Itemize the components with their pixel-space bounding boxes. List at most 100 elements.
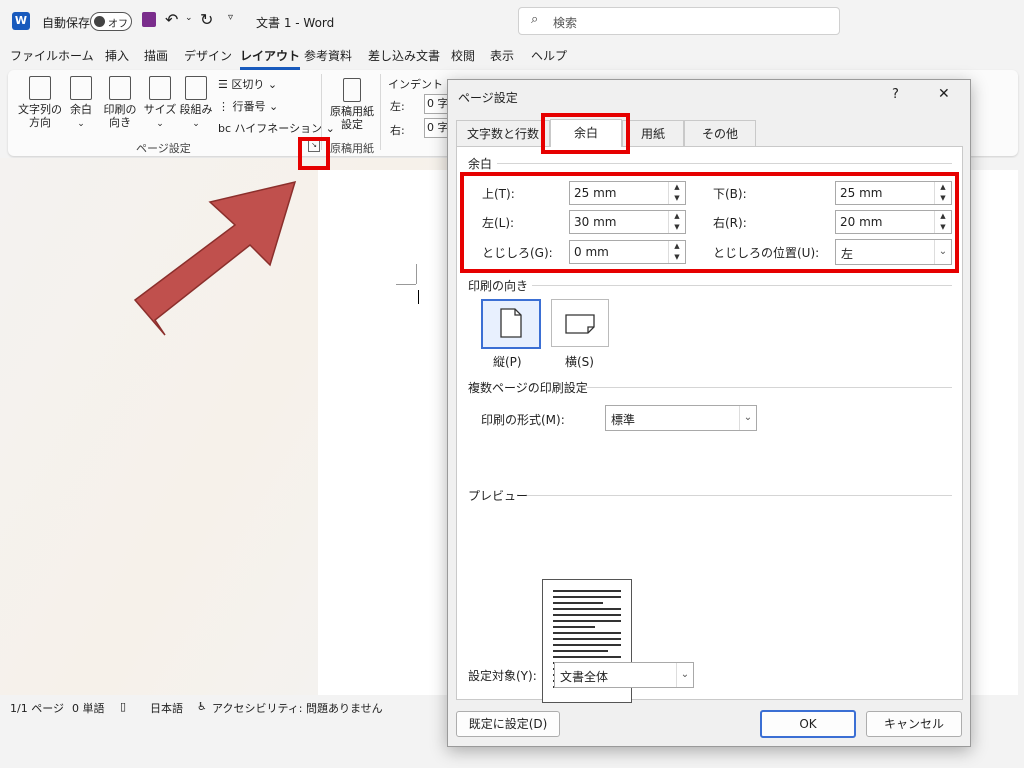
cancel-button[interactable]: キャンセル <box>866 711 962 737</box>
indent-right-value: 0 字 <box>427 121 449 134</box>
columns-button[interactable]: 段組み ⌄ <box>178 76 214 131</box>
print-format-select[interactable]: 標準 ⌄ <box>605 405 757 431</box>
top-margin-input[interactable]: 25 mm ▲ ▼ <box>569 181 686 205</box>
help-button[interactable]: ? <box>892 87 899 102</box>
tab-mailings[interactable]: 差し込み文書 <box>368 47 440 64</box>
tab-other[interactable]: その他 <box>684 120 756 147</box>
section-divider <box>587 387 952 388</box>
apply-to-select[interactable]: 文書全体 ⌄ <box>554 662 694 688</box>
preview-line <box>553 602 603 604</box>
set-default-button[interactable]: 既定に設定(D) <box>456 711 560 737</box>
page-count[interactable]: 1/1 ページ <box>10 700 64 716</box>
title-bar: W 自動保存 オフ ↶ ⌄ ↻ ▿ 文書 1 - Word ⌕ 検索 <box>0 0 1024 42</box>
spinner-arrows-icon[interactable]: ▲ ▼ <box>668 241 685 263</box>
line-numbers-button[interactable]: ⋮ 行番号 ⌄ <box>218 98 278 114</box>
margins-section-title: 余白 <box>468 157 493 171</box>
portrait-label: 縦(P) <box>493 355 522 369</box>
bottom-margin-label: 下(B): <box>713 187 747 201</box>
spinner-arrows-icon[interactable]: ▲ ▼ <box>668 211 685 233</box>
orientation-label: 印刷の 向き <box>103 103 137 129</box>
book-icon[interactable]: ▯ <box>120 700 126 713</box>
genko-group-label: 原稿用紙 <box>330 142 374 155</box>
bottom-margin-input[interactable]: 25 mm ▲ ▼ <box>835 181 952 205</box>
size-label: サイズ <box>143 103 177 116</box>
left-margin-input[interactable]: 30 mm ▲ ▼ <box>569 210 686 234</box>
text-direction-button[interactable]: 文字列の 方向 <box>18 76 62 129</box>
spinner-arrows-icon[interactable]: ▲ ▼ <box>934 182 951 204</box>
hyphenation-button[interactable]: bc ハイフネーション ⌄ <box>218 120 335 136</box>
preview-line <box>553 590 621 592</box>
indent-left-label: 左: <box>390 100 405 113</box>
right-margin-label: 右(R): <box>713 216 747 230</box>
preview-line <box>553 596 621 598</box>
tab-characters-lines[interactable]: 文字数と行数 <box>456 120 550 147</box>
tab-insert[interactable]: 挿入 <box>105 47 129 64</box>
preview-line <box>553 644 621 646</box>
redo-icon[interactable]: ↻ <box>200 10 213 29</box>
chevron-down-icon[interactable]: ⌄ <box>739 406 756 430</box>
top-margin-value: 25 mm <box>574 186 617 200</box>
text-cursor <box>418 290 419 304</box>
save-icon[interactable] <box>142 12 156 27</box>
chevron-down-icon[interactable]: ⌄ <box>185 13 193 23</box>
word-count[interactable]: 0 単語 <box>72 700 105 716</box>
tab-paper[interactable]: 用紙 <box>622 120 684 147</box>
dialog-title: ページ設定 <box>458 91 518 105</box>
columns-label: 段組み <box>179 103 213 116</box>
chevron-down-icon: ⌄ <box>77 119 85 129</box>
print-format-value: 標準 <box>611 413 636 427</box>
tab-file[interactable]: ファイル <box>10 47 58 64</box>
accessibility-status[interactable]: アクセシビリティ: 問題ありません <box>212 700 383 716</box>
language[interactable]: 日本語 <box>150 700 183 716</box>
toggle-knob <box>94 16 105 27</box>
breaks-button[interactable]: ☰ 区切り ⌄ <box>218 76 277 92</box>
autosave-toggle[interactable]: オフ <box>90 12 132 31</box>
spinner-arrows-icon[interactable]: ▲ ▼ <box>668 182 685 204</box>
search-box[interactable]: ⌕ 検索 <box>518 7 840 35</box>
tab-layout[interactable]: レイアウト <box>240 47 301 70</box>
orientation-button[interactable]: 印刷の 向き <box>100 76 140 129</box>
text-direction-icon <box>29 76 51 100</box>
chevron-down-icon[interactable]: ⌄ <box>934 240 951 264</box>
tab-margins[interactable]: 余白 <box>550 119 622 147</box>
tab-view[interactable]: 表示 <box>490 47 514 64</box>
page-setup-group-label: ページ設定 <box>136 142 191 155</box>
left-margin-value: 30 mm <box>574 215 617 229</box>
section-divider <box>497 163 952 164</box>
size-icon <box>149 76 171 100</box>
close-icon[interactable]: ✕ <box>938 86 950 102</box>
customize-qat-icon[interactable]: ▿ <box>228 12 233 23</box>
undo-icon[interactable]: ↶ <box>165 10 178 29</box>
tab-design[interactable]: デザイン <box>184 47 232 64</box>
line-numbers-icon: ⋮ <box>218 100 233 113</box>
tab-references[interactable]: 参考資料 <box>304 47 352 64</box>
right-margin-input[interactable]: 20 mm ▲ ▼ <box>835 210 952 234</box>
top-margin-label: 上(T): <box>482 187 515 201</box>
chevron-down-icon[interactable]: ⌄ <box>676 663 693 687</box>
genko-setup-button[interactable]: 原稿用紙 設定 <box>328 78 376 131</box>
breaks-icon: ☰ <box>218 78 232 91</box>
page-setup-launcher-icon[interactable]: ↘ <box>308 140 320 152</box>
portrait-option[interactable] <box>481 299 541 349</box>
document-title: 文書 1 - Word <box>256 16 335 30</box>
spinner-arrows-icon[interactable]: ▲ ▼ <box>934 211 951 233</box>
tab-help[interactable]: ヘルプ <box>531 47 567 64</box>
apply-to-label: 設定対象(Y): <box>468 669 537 683</box>
gutter-input[interactable]: 0 mm ▲ ▼ <box>569 240 686 264</box>
gutter-position-select[interactable]: 左 ⌄ <box>835 239 952 265</box>
margin-mark <box>396 284 416 285</box>
ok-button[interactable]: OK <box>760 710 856 738</box>
margins-button[interactable]: 余白 ⌄ <box>66 76 96 131</box>
preview-line <box>553 656 621 658</box>
menu-bar: ファイル ホーム 挿入 描画 デザイン レイアウト 参考資料 差し込み文書 校閲… <box>0 42 1024 70</box>
tab-review[interactable]: 校閲 <box>451 47 475 64</box>
size-button[interactable]: サイズ ⌄ <box>142 76 178 131</box>
ribbon-separator <box>321 74 322 150</box>
preview-line <box>553 626 595 628</box>
landscape-icon <box>565 314 595 334</box>
accessibility-icon: ♿ <box>197 700 207 713</box>
tab-home[interactable]: ホーム <box>58 47 94 64</box>
tab-draw[interactable]: 描画 <box>144 47 168 64</box>
genko-label: 原稿用紙 設定 <box>330 105 374 131</box>
landscape-option[interactable] <box>551 299 609 347</box>
